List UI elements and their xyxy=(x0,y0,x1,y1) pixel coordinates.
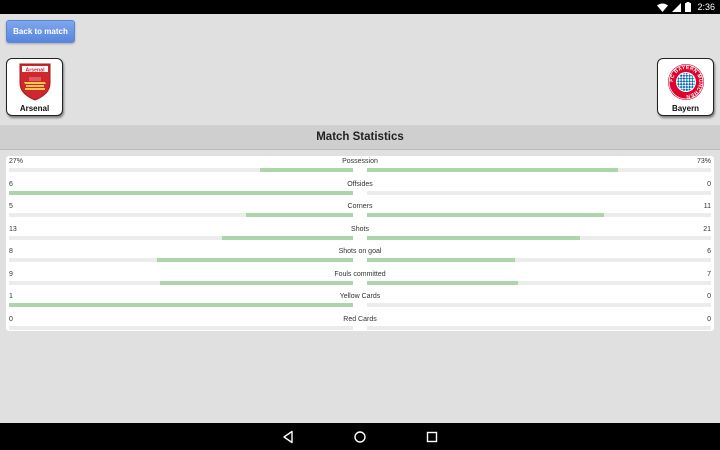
stat-home-value: 6 xyxy=(9,180,13,188)
stat-away-value: 73% xyxy=(696,158,711,165)
back-nav-icon[interactable] xyxy=(281,430,295,444)
stat-row-yellow-cards: 1 Yellow Cards 0 xyxy=(6,291,714,313)
stat-row-fouls-committed: 9 Fouls committed 7 xyxy=(6,269,714,291)
wifi-icon xyxy=(657,3,669,12)
stat-label: Shots xyxy=(351,225,369,233)
home-team-name: Arsenal xyxy=(19,104,50,113)
stat-label: Fouls committed xyxy=(334,270,386,278)
home-bar-fill xyxy=(9,303,353,307)
away-bar-track xyxy=(367,168,711,172)
home-bar-track xyxy=(9,303,353,307)
away-team-card[interactable]: FC BAYERN MÜNCHEN Bayern xyxy=(657,58,714,116)
away-team-name: Bayern xyxy=(671,104,700,113)
away-bar-fill xyxy=(367,280,518,285)
stat-label: Red Cards xyxy=(343,315,377,323)
stat-home-value: 5 xyxy=(9,203,13,210)
away-bar-fill xyxy=(367,213,604,217)
status-bar: 2:36 xyxy=(0,0,720,14)
stat-home-value: 8 xyxy=(9,248,13,255)
stat-away-value: 0 xyxy=(707,315,711,323)
home-bar-track xyxy=(9,325,353,330)
stat-away-value: 21 xyxy=(703,225,711,233)
stat-home-value: 0 xyxy=(9,315,13,323)
stat-label: Possession xyxy=(342,158,378,165)
stat-home-value: 13 xyxy=(9,225,17,233)
home-bar-fill xyxy=(159,280,353,285)
home-nav-icon[interactable] xyxy=(353,430,367,444)
stat-label: Offsides xyxy=(347,180,373,188)
stats-header: Match Statistics xyxy=(0,125,720,150)
home-bar-track xyxy=(9,280,353,285)
stat-away-value: 6 xyxy=(707,248,711,255)
away-bar-track xyxy=(367,280,711,285)
home-bar-track xyxy=(9,213,353,217)
away-bar-fill xyxy=(367,168,619,172)
home-bar-fill xyxy=(221,235,353,240)
away-bar-track xyxy=(367,258,711,262)
stat-away-value: 7 xyxy=(707,270,711,278)
away-bar-track xyxy=(367,213,711,217)
home-bar-fill xyxy=(9,190,353,195)
stat-row-shots: 13 Shots 21 xyxy=(6,224,714,246)
stat-home-value: 1 xyxy=(9,293,13,300)
stat-row-corners: 5 Corners 11 xyxy=(6,201,714,223)
page-title: Match Statistics xyxy=(316,131,404,143)
stat-home-value: 27% xyxy=(9,158,24,165)
away-bar-fill xyxy=(367,235,580,240)
arsenal-crest-icon: Arsenal xyxy=(18,63,52,101)
home-bar-fill xyxy=(245,213,353,217)
status-time: 2:36 xyxy=(697,2,715,12)
stat-home-value: 9 xyxy=(9,270,13,278)
home-team-card[interactable]: Arsenal Arsenal xyxy=(6,58,63,116)
away-bar-track xyxy=(367,303,711,307)
home-bar-fill xyxy=(260,168,353,172)
back-to-match-button[interactable]: Back to match xyxy=(6,20,75,43)
signal-icon xyxy=(672,2,682,12)
stat-row-red-cards: 0 Red Cards 0 xyxy=(6,314,714,336)
stat-away-value: 0 xyxy=(707,293,711,300)
away-bar-track xyxy=(367,190,711,195)
stat-row-offsides: 6 Offsides 0 xyxy=(6,179,714,201)
stat-label: Yellow Cards xyxy=(339,293,381,300)
bayern-crest-icon: FC BAYERN MÜNCHEN xyxy=(667,63,705,101)
battery-icon xyxy=(685,2,692,12)
home-bar-fill xyxy=(156,258,353,262)
stat-label: Corners xyxy=(347,203,373,210)
stats-panel: 27% Possession 73% 6 Offsides 0 5 Corner… xyxy=(6,156,714,331)
home-bar-track xyxy=(9,168,353,172)
stat-away-value: 11 xyxy=(703,203,711,210)
svg-text:Arsenal: Arsenal xyxy=(25,67,45,73)
stat-away-value: 0 xyxy=(707,180,711,188)
home-bar-track xyxy=(9,258,353,262)
recents-nav-icon[interactable] xyxy=(425,430,439,444)
stat-row-shots-on-goal: 8 Shots on goal 6 xyxy=(6,246,714,268)
home-bar-track xyxy=(9,190,353,195)
stat-label: Shots on goal xyxy=(338,248,382,255)
away-bar-track xyxy=(367,325,711,330)
stat-row-possession: 27% Possession 73% xyxy=(6,156,714,178)
navigation-bar xyxy=(0,423,720,450)
status-icons: 2:36 xyxy=(657,1,715,13)
away-bar-fill xyxy=(367,258,515,262)
home-bar-track xyxy=(9,235,353,240)
away-bar-track xyxy=(367,235,711,240)
